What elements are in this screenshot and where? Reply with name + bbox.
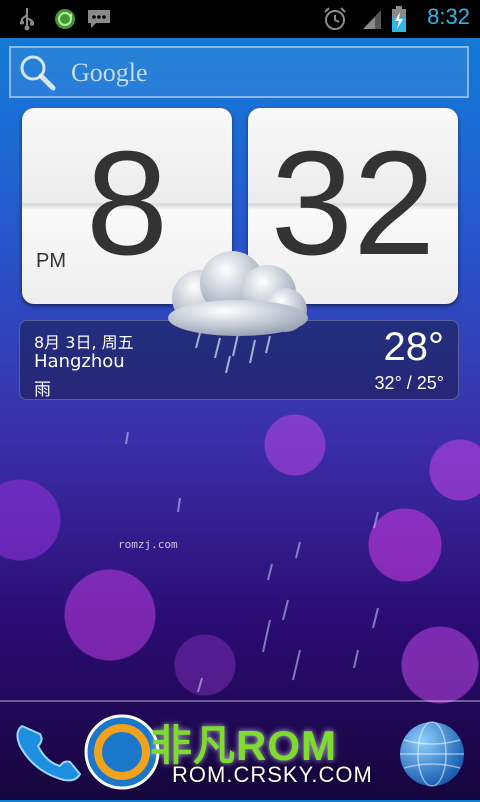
browser-globe-icon[interactable] [398, 720, 466, 792]
dock: 非凡ROM ROM.CRSKY.COM [0, 700, 480, 802]
phone-icon[interactable] [12, 720, 84, 788]
watermark: romzj.com [118, 538, 178, 551]
rain-streaks [125, 431, 379, 693]
brand-url: ROM.CRSKY.COM [172, 762, 373, 787]
